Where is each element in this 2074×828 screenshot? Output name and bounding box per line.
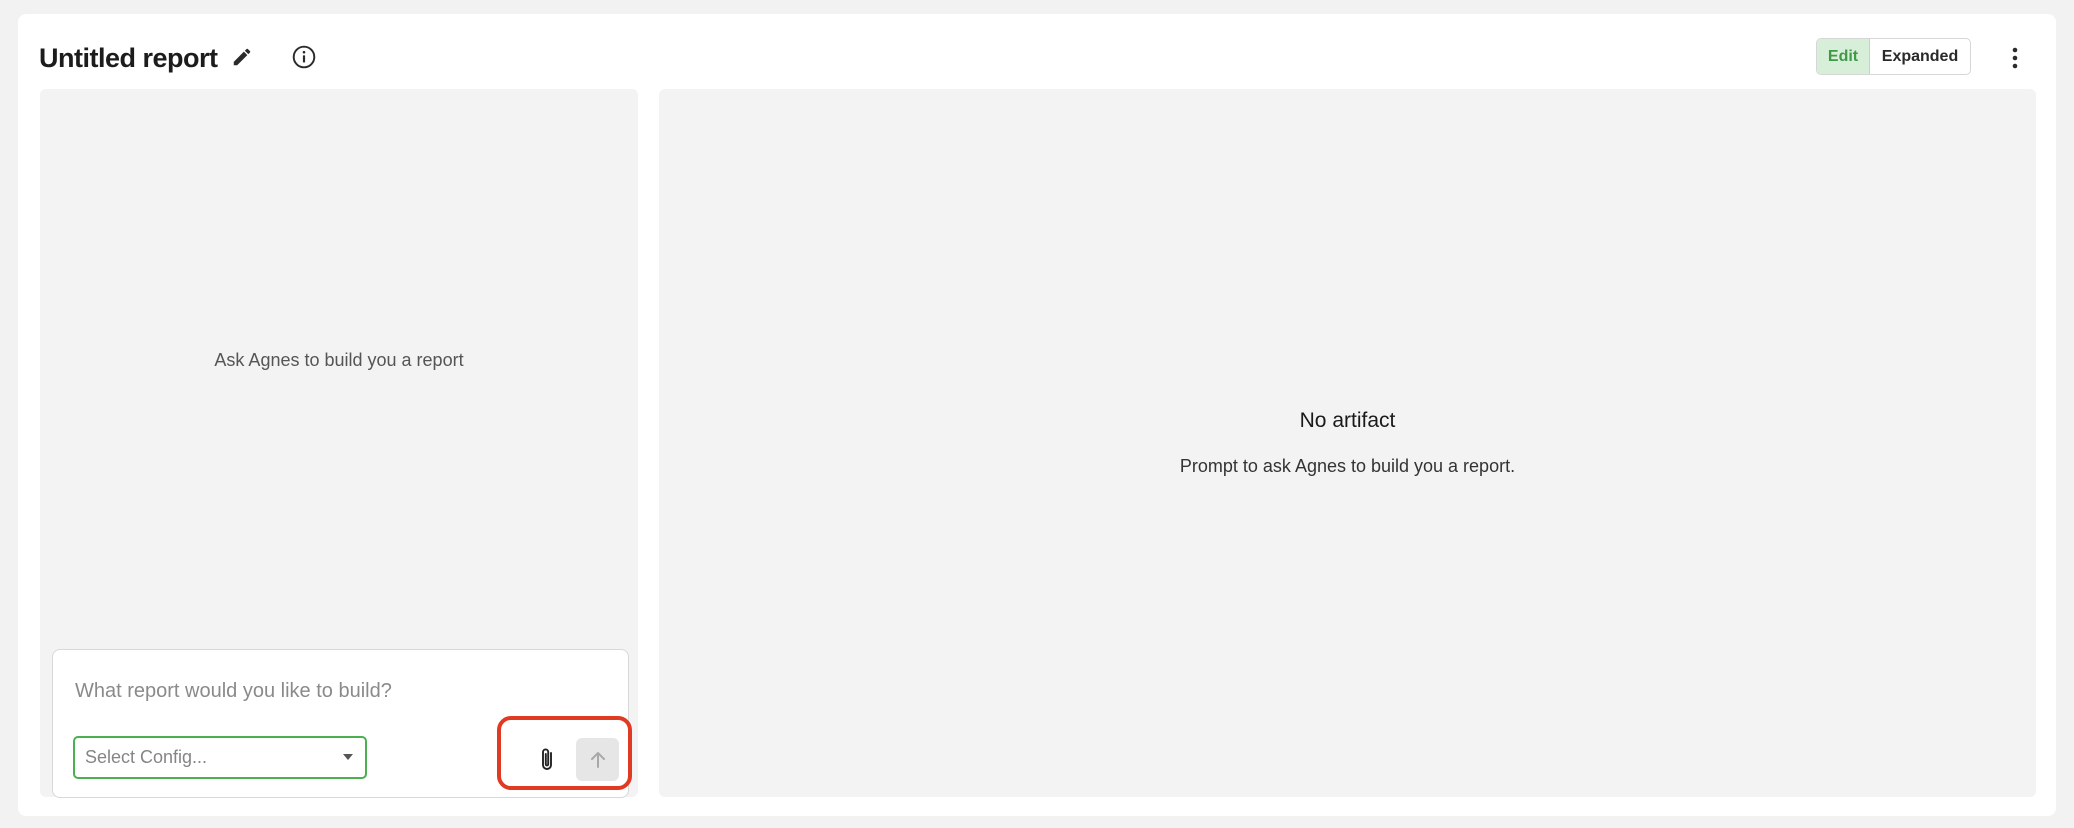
- report-card: Untitled report Edit Expanded Ask Agnes …: [18, 14, 2056, 816]
- report-title: Untitled report: [39, 43, 218, 73]
- arrow-up-icon: [590, 751, 605, 768]
- view-toggle: Edit Expanded: [1816, 38, 1971, 75]
- report-header: Untitled report Edit Expanded: [18, 14, 2056, 88]
- send-button[interactable]: [576, 738, 619, 781]
- prompt-composer: Select Config...: [52, 649, 632, 798]
- edit-toggle-button[interactable]: Edit: [1817, 39, 1870, 74]
- expanded-toggle-button[interactable]: Expanded: [1870, 39, 1970, 74]
- artifact-empty-subtitle: Prompt to ask Agnes to build you a repor…: [1179, 456, 1516, 476]
- pencil-icon[interactable]: [224, 39, 260, 75]
- chat-empty-message: Ask Agnes to build you a report: [214, 350, 464, 370]
- config-select-placeholder: Select Config...: [85, 747, 208, 767]
- chevron-down-icon: [343, 754, 353, 760]
- chat-panel: Ask Agnes to build you a report Select C…: [40, 89, 638, 798]
- paperclip-icon[interactable]: [529, 740, 565, 780]
- more-vertical-icon[interactable]: [1998, 41, 2032, 75]
- prompt-input[interactable]: [75, 676, 595, 706]
- config-select[interactable]: Select Config...: [73, 736, 367, 779]
- info-icon[interactable]: [286, 39, 322, 75]
- artifact-empty-title: No artifact: [1299, 409, 1396, 432]
- artifact-panel: No artifact Prompt to ask Agnes to build…: [659, 89, 2036, 797]
